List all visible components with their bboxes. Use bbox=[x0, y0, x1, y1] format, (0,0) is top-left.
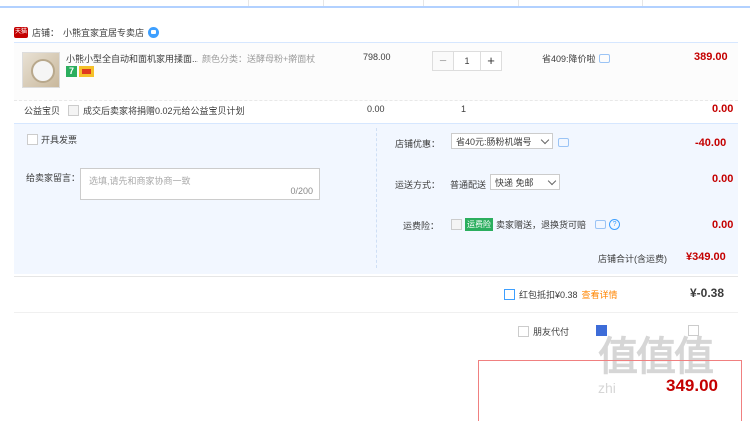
promo-info-icon[interactable] bbox=[598, 54, 610, 63]
friend-pay-label: 朋友代付 bbox=[533, 327, 570, 337]
item-row bbox=[14, 42, 738, 101]
divider bbox=[14, 276, 738, 277]
redpacket-checkbox[interactable] bbox=[504, 289, 515, 300]
shipping-label: 运送方式： bbox=[395, 180, 441, 190]
discount-info-icon[interactable] bbox=[558, 138, 569, 147]
shop-name-link[interactable]: 小熊宜家宜居专卖店 bbox=[63, 26, 144, 39]
shop-discount-select[interactable]: 省40元:肠粉机端号 bbox=[451, 133, 553, 149]
item-price: 798.00 bbox=[363, 52, 391, 62]
friend-pay-option[interactable]: 朋友代付 bbox=[518, 325, 569, 338]
charity-checkbox bbox=[68, 105, 79, 116]
quantity-input[interactable]: 1 bbox=[454, 51, 480, 71]
item-badges: 7 bbox=[66, 66, 94, 77]
pay-amount: 349.00 bbox=[666, 376, 718, 395]
charity-desc-text: 成交后卖家将捐赠0.02元给公益宝贝计划 bbox=[83, 106, 245, 116]
redpacket-label: 红包抵扣¥0.38 bbox=[519, 290, 578, 300]
header-seg bbox=[423, 0, 519, 6]
invoice-label: 开具发票 bbox=[41, 135, 78, 145]
quantity-minus-button[interactable]: − bbox=[432, 51, 454, 71]
message-counter: 0/200 bbox=[290, 186, 313, 196]
shop-discount-amount: -40.00 bbox=[695, 137, 727, 149]
wangwang-chat-icon[interactable] bbox=[148, 26, 160, 38]
quantity-stepper: − 1 + bbox=[432, 51, 502, 71]
redpacket-amount: ¥-0.38 bbox=[690, 286, 725, 300]
header-strip bbox=[0, 0, 750, 8]
shop-discount-label: 店铺优惠： bbox=[395, 139, 441, 149]
shop-total-amount: ¥349.00 bbox=[686, 251, 726, 263]
quantity-plus-button[interactable]: + bbox=[480, 51, 502, 71]
insurance-label: 运费险： bbox=[403, 221, 440, 231]
help-icon[interactable]: ? bbox=[609, 219, 621, 230]
header-seg bbox=[518, 0, 643, 6]
shipping-select[interactable]: 快递 免邮 bbox=[490, 174, 560, 190]
invoice-checkbox[interactable] bbox=[27, 134, 38, 145]
insurance-amount: 0.00 bbox=[712, 219, 734, 231]
message-textarea[interactable]: 选填,请先和商家协商一致 0/200 bbox=[80, 168, 320, 200]
item-sku: 颜色分类：送酵母粉+擀面杖 bbox=[202, 54, 316, 64]
header-seg bbox=[0, 0, 249, 6]
item-promo-text: 省409:降价啦 bbox=[542, 54, 596, 64]
chevron-down-icon bbox=[547, 176, 557, 185]
message-placeholder: 选填,请先和商家协商一致 bbox=[89, 176, 191, 186]
item-subtotal: 389.00 bbox=[694, 51, 728, 63]
site-watermark-url: zhi bbox=[598, 380, 616, 396]
charity-desc: 成交后卖家将捐赠0.02元给公益宝贝计划 bbox=[68, 104, 245, 117]
friend-pay-checkbox[interactable] bbox=[518, 326, 529, 337]
message-label: 给卖家留言： bbox=[26, 173, 81, 183]
charity-amount: 0.00 bbox=[712, 103, 734, 115]
options-divider bbox=[376, 128, 378, 268]
redpacket-detail-link[interactable]: 查看详情 bbox=[582, 288, 618, 301]
insurance-chat-icon[interactable] bbox=[595, 220, 607, 229]
shipping-amount: 0.00 bbox=[712, 173, 734, 185]
charity-price: 0.00 bbox=[367, 104, 385, 114]
header-seg bbox=[323, 0, 424, 6]
insurance-tag: 运费险 bbox=[465, 218, 493, 231]
insurance-info: 运费险 卖家赠送，退换货可赔 ? bbox=[451, 218, 621, 231]
divider bbox=[14, 312, 738, 313]
chevron-down-icon bbox=[540, 135, 550, 144]
shop-line: 天猫 店铺： 小熊宜家宜居专卖店 bbox=[14, 24, 160, 40]
item-thumbnail[interactable] bbox=[22, 52, 60, 88]
tmall-shop-icon: 天猫 bbox=[14, 26, 28, 38]
shipping-selected: 快递 免邮 bbox=[495, 177, 534, 188]
shipping-method: 普通配送 bbox=[450, 180, 487, 190]
shop-discount-selected: 省40元:肠粉机端号 bbox=[456, 136, 532, 147]
invoice-option[interactable]: 开具发票 bbox=[27, 133, 77, 146]
item-promo: 省409:降价啦 bbox=[542, 52, 610, 65]
seven-day-return-icon: 7 bbox=[66, 66, 77, 77]
header-seg bbox=[248, 0, 324, 6]
shop-total-label: 店铺合计(含运费) bbox=[598, 254, 667, 264]
shop-label: 店铺： bbox=[32, 27, 60, 38]
charity-label: 公益宝贝 bbox=[24, 106, 61, 116]
insurance-desc: 卖家赠送，退换货可赔 bbox=[496, 220, 587, 230]
insurance-checkbox bbox=[451, 219, 462, 230]
charity-qty: 1 bbox=[461, 104, 467, 114]
credit-card-icon bbox=[79, 66, 94, 77]
item-title-link[interactable]: 小熊小型全自动和面机家用揉面... bbox=[66, 52, 198, 65]
redpacket-option[interactable]: 红包抵扣¥0.38 查看详情 bbox=[504, 288, 618, 301]
